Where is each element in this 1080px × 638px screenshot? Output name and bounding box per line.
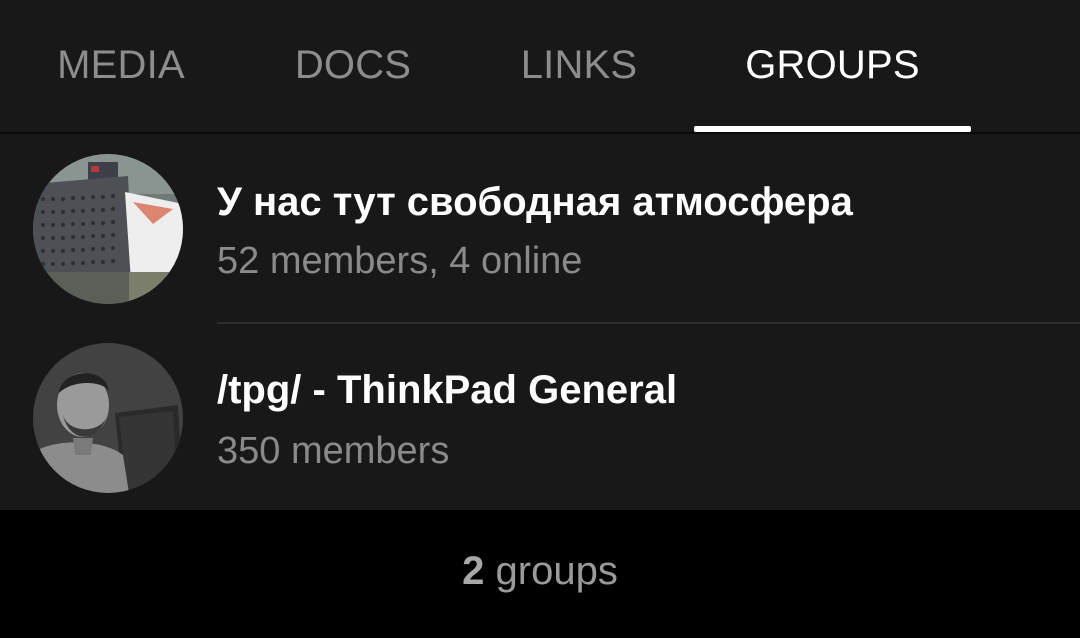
groups-count-footer: 2 groups <box>0 510 1080 638</box>
tab-docs[interactable]: DOCS <box>258 0 448 132</box>
group-member-count: 350 members <box>217 430 450 472</box>
tab-groups-label: GROUPS <box>745 43 920 87</box>
man-with-laptop-photo-icon <box>33 343 183 493</box>
active-tab-indicator <box>694 126 971 132</box>
group-member-count: 52 members, 4 online <box>217 240 583 282</box>
group-title: У нас тут свободная атмосфера <box>217 180 853 224</box>
tab-bar: MEDIA DOCS LINKS GROUPS <box>0 0 1080 134</box>
groups-count-text: 2 groups <box>462 547 618 595</box>
group-avatar <box>33 343 183 493</box>
tab-docs-label: DOCS <box>294 43 412 87</box>
shared-media-screen: MEDIA DOCS LINKS GROUPS У нас тут свобод… <box>0 0 1080 638</box>
groups-count-label: groups <box>484 549 618 593</box>
tab-links-label: LINKS <box>520 43 638 87</box>
tab-groups[interactable]: GROUPS <box>694 0 971 132</box>
tab-media[interactable]: MEDIA <box>26 0 216 132</box>
groups-list: У нас тут свободная атмосфера 52 members… <box>0 134 1080 510</box>
group-avatar <box>33 154 183 304</box>
tab-links[interactable]: LINKS <box>484 0 674 132</box>
tab-media-label: MEDIA <box>57 43 185 87</box>
list-item[interactable]: У нас тут свободная атмосфера 52 members… <box>0 134 1080 324</box>
group-title: /tpg/ - ThinkPad General <box>217 368 678 412</box>
list-item[interactable]: /tpg/ - ThinkPad General 350 members <box>0 323 1080 511</box>
groups-count-number: 2 <box>462 549 485 593</box>
netbsd-case-photo-icon <box>33 154 183 304</box>
